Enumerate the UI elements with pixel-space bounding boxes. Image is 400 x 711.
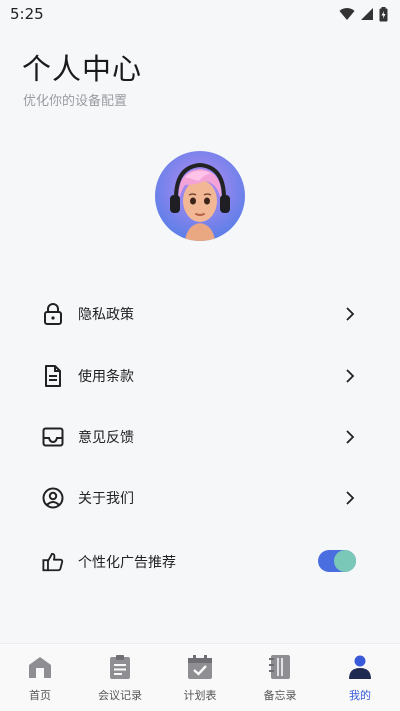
user-circle-icon xyxy=(42,487,64,509)
tab-label: 计划表 xyxy=(183,689,217,702)
document-icon xyxy=(42,365,64,387)
tab-schedule[interactable]: 计划表 xyxy=(160,644,240,711)
tab-label: 我的 xyxy=(349,689,371,702)
menu-item-label: 使用条款 xyxy=(78,369,134,385)
wifi-icon xyxy=(339,8,355,20)
tab-mine[interactable]: 我的 xyxy=(320,644,400,711)
clipboard-icon xyxy=(106,653,134,681)
home-icon xyxy=(26,653,54,681)
status-bar: 5:25 xyxy=(0,0,400,28)
inbox-icon xyxy=(42,426,64,448)
tab-home[interactable]: 首页 xyxy=(0,644,80,711)
chevron-right-icon xyxy=(346,491,355,505)
thumbs-up-icon xyxy=(42,551,64,573)
chevron-right-icon xyxy=(346,369,355,383)
notebook-icon xyxy=(266,653,294,681)
tab-label: 备忘录 xyxy=(263,689,297,702)
profile-icon xyxy=(346,653,374,681)
tab-memo[interactable]: 备忘录 xyxy=(240,644,320,711)
menu-item-label: 隐私政策 xyxy=(78,307,134,323)
personalized-ads-toggle[interactable] xyxy=(318,550,356,572)
menu-item-terms-of-use[interactable]: 使用条款 xyxy=(0,352,400,400)
status-icons xyxy=(339,6,388,22)
avatar[interactable] xyxy=(155,151,245,241)
page-subtitle: 优化你的设备配置 xyxy=(23,94,128,109)
toggle-knob xyxy=(334,550,356,572)
menu-item-label: 意见反馈 xyxy=(78,430,134,446)
menu-item-feedback[interactable]: 意见反馈 xyxy=(0,413,400,461)
battery-icon xyxy=(379,6,388,21)
lock-icon xyxy=(42,303,64,325)
avatar-illustration xyxy=(155,151,245,241)
tab-label: 会议记录 xyxy=(98,689,142,702)
signal-icon xyxy=(361,8,373,20)
bottom-tab-bar: 首页 会议记录 计划表 备忘录 我的 xyxy=(0,643,400,711)
tab-meeting-records[interactable]: 会议记录 xyxy=(80,644,160,711)
calendar-check-icon xyxy=(186,653,214,681)
menu-item-label: 关于我们 xyxy=(78,491,134,507)
menu-item-label: 个性化广告推荐 xyxy=(78,555,176,571)
chevron-right-icon xyxy=(346,307,355,321)
menu-item-privacy-policy[interactable]: 隐私政策 xyxy=(0,290,400,338)
page-title: 个人中心 xyxy=(22,52,143,86)
status-time: 5:25 xyxy=(10,5,44,23)
chevron-right-icon xyxy=(346,430,355,444)
menu-item-about-us[interactable]: 关于我们 xyxy=(0,474,400,522)
tab-label: 首页 xyxy=(29,689,51,702)
